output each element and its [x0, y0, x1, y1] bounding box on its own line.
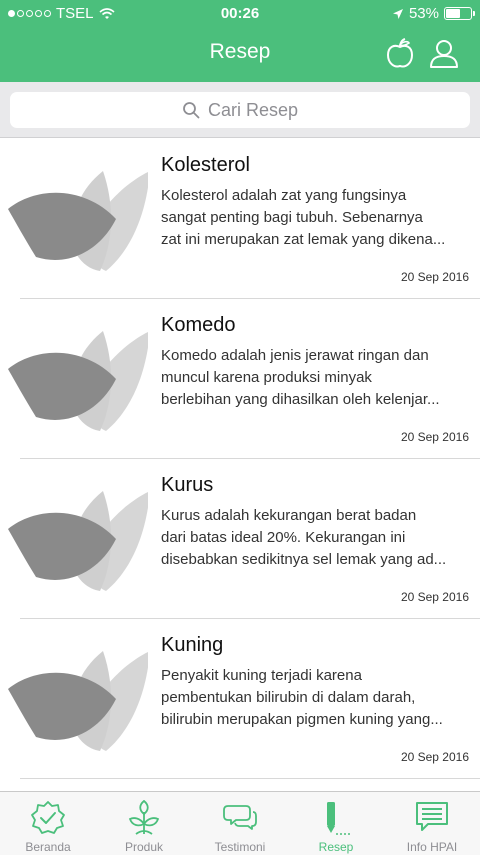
recipe-item[interactable]: Komedo Komedo adalah jenis jerawat ringa…: [0, 299, 480, 459]
recipe-date: 20 Sep 2016: [400, 270, 469, 284]
divider: [20, 778, 480, 779]
recipe-description: Komedo adalah jenis jerawat ringan dan m…: [161, 347, 440, 408]
recipe-title: Komedo: [161, 314, 236, 336]
tab-label: Beranda: [25, 840, 71, 854]
battery-percent: 53%: [408, 5, 439, 22]
recipe-description: Penyakit kuning terjadi karena pembentuk…: [161, 667, 443, 728]
tab-resep[interactable]: Resep: [288, 792, 384, 855]
search-placeholder: Cari Resep: [207, 99, 299, 120]
badge-check-icon: [31, 801, 65, 834]
app-header: TSEL 00:26 53% Resep: [0, 0, 480, 82]
chat-bubbles-icon: [223, 805, 257, 830]
recipe-item[interactable]: Kurus Kurus adalah kekurangan berat bada…: [0, 459, 480, 619]
recipe-title: Kolesterol: [161, 154, 250, 176]
recipe-description: Kolesterol adalah zat yang fungsinya san…: [161, 187, 446, 248]
recipe-description: Kurus adalah kekurangan berat badan dari…: [161, 507, 447, 568]
battery-icon: [444, 7, 475, 20]
location-arrow-icon: [392, 8, 403, 19]
recipe-date: 20 Sep 2016: [400, 430, 469, 444]
search-icon: [183, 102, 200, 119]
pen-icon: [327, 802, 351, 835]
tab-beranda[interactable]: Beranda: [0, 792, 96, 855]
tab-label: Info HPAI: [406, 840, 458, 854]
tab-produk[interactable]: Produk: [96, 792, 192, 855]
status-bar: TSEL 00:26 53%: [0, 0, 480, 26]
leaf-icon: [8, 491, 148, 591]
leaf-icon: [8, 651, 148, 751]
recipe-title: Kurus: [161, 474, 214, 496]
plant-icon: [128, 800, 160, 835]
recipe-list: Kolesterol Kolesterol adalah zat yang fu…: [0, 139, 480, 779]
tab-bar: Beranda Produk Testimoni Resep Info HPAI: [0, 791, 480, 855]
tab-testimoni[interactable]: Testimoni: [192, 792, 288, 855]
tab-label: Produk: [124, 840, 164, 854]
recipe-date: 20 Sep 2016: [400, 750, 469, 764]
tab-label: Testimoni: [214, 840, 266, 854]
recipe-item[interactable]: Kuning Penyakit kuning terjadi karena pe…: [0, 619, 480, 779]
tab-info-hpai[interactable]: Info HPAI: [384, 792, 480, 855]
recipe-date: 20 Sep 2016: [400, 590, 469, 604]
message-icon: [416, 802, 448, 831]
recipe-item[interactable]: Kolesterol Kolesterol adalah zat yang fu…: [0, 139, 480, 299]
user-icon[interactable]: [428, 38, 460, 70]
leaf-icon: [8, 171, 148, 271]
tab-label: Resep: [318, 840, 354, 854]
search-input[interactable]: Cari Resep: [10, 92, 470, 128]
leaf-icon: [8, 331, 148, 431]
apple-icon[interactable]: [384, 38, 416, 70]
search-bar: Cari Resep: [0, 82, 480, 138]
recipe-title: Kuning: [161, 634, 224, 656]
